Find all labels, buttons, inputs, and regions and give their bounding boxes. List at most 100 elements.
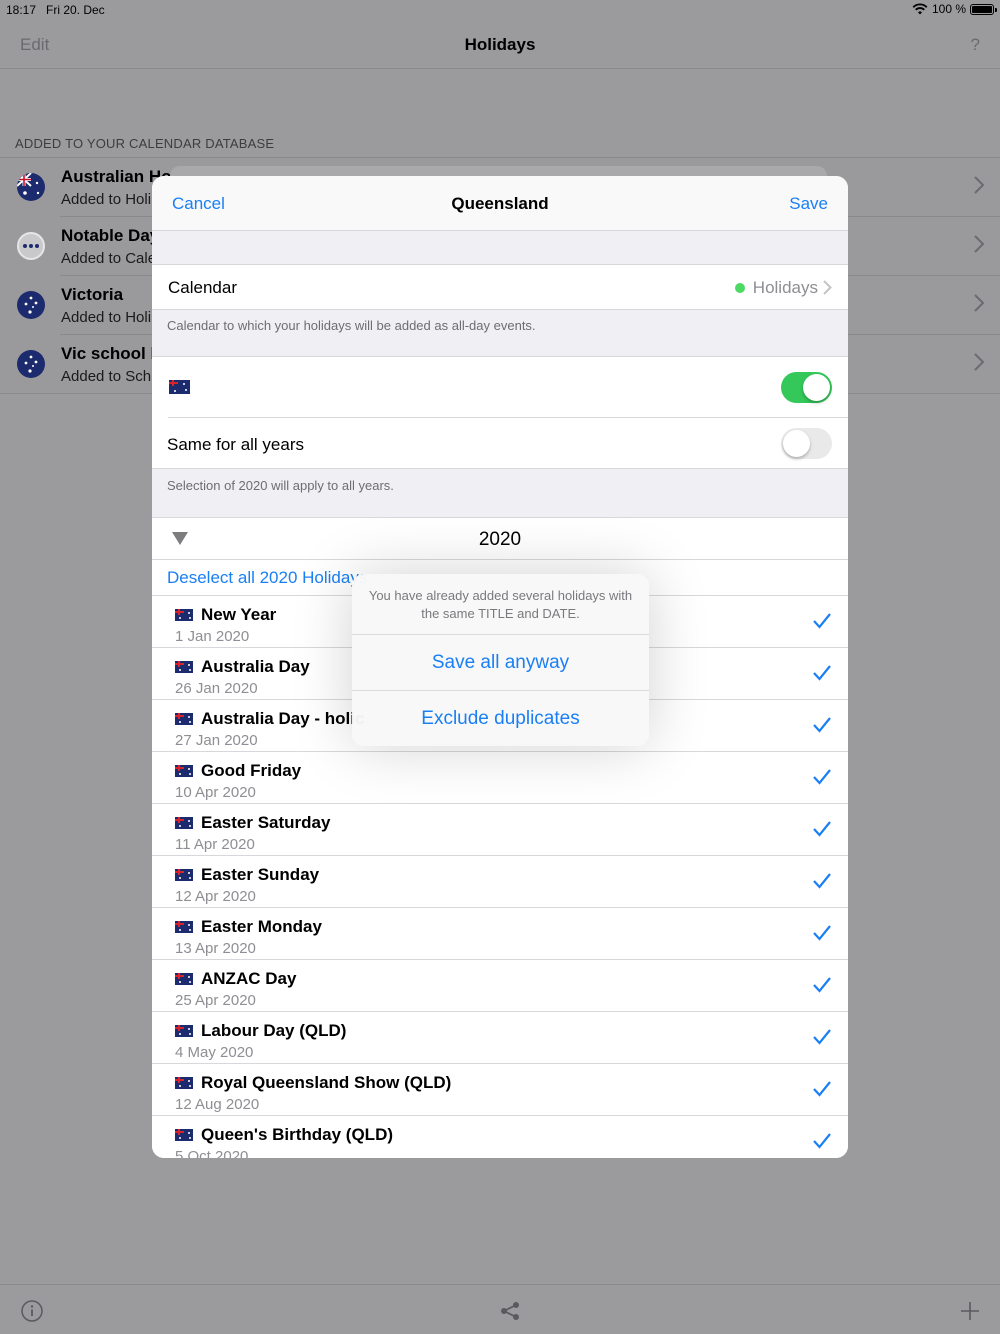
flag-toggle-cell xyxy=(152,356,848,418)
australia-flag-icon xyxy=(175,1129,193,1141)
calendar-cell[interactable]: Calendar Holidays xyxy=(152,264,848,310)
checkmark-icon xyxy=(813,977,831,993)
australia-flag-icon xyxy=(175,869,193,881)
checkmark-icon xyxy=(813,1029,831,1045)
holiday-date: 5 Oct 2020 xyxy=(175,1148,249,1158)
holiday-date: 12 Apr 2020 xyxy=(175,888,256,905)
duplicates-alert: You have already added several holidays … xyxy=(352,574,649,746)
status-time: 18:17 xyxy=(6,3,37,17)
bottom-toolbar xyxy=(0,1284,1000,1334)
holiday-row[interactable]: Royal Queensland Show (QLD) 12 Aug 2020 xyxy=(152,1063,848,1115)
holiday-row[interactable]: Easter Monday 13 Apr 2020 xyxy=(152,907,848,959)
checkmark-icon xyxy=(813,1133,831,1149)
checkmark-icon xyxy=(813,821,831,837)
australia-flag-icon xyxy=(175,1077,193,1089)
status-right: 100 % xyxy=(912,2,997,16)
section-header: ADDED TO YOUR CALENDAR DATABASE xyxy=(15,136,275,151)
same-years-toggle[interactable] xyxy=(781,428,832,459)
holiday-name: Easter Sunday xyxy=(201,865,320,884)
holiday-date: 11 Apr 2020 xyxy=(175,836,255,853)
australia-flag-icon xyxy=(175,609,193,621)
holiday-name: Australia Day - holic xyxy=(201,709,365,728)
battery-icon xyxy=(970,3,997,15)
holiday-name: Labour Day (QLD) xyxy=(201,1021,347,1040)
holiday-name: Australia Day xyxy=(201,657,310,676)
list-item-subtitle: Added to Holi xyxy=(61,191,152,208)
chevron-right-icon xyxy=(823,280,832,295)
holiday-date: 12 Aug 2020 xyxy=(175,1096,260,1113)
checkmark-icon xyxy=(813,925,831,941)
calendar-value-text: Holidays xyxy=(752,278,818,297)
year-section-header[interactable]: 2020 xyxy=(152,517,848,560)
list-item-subtitle: Added to Sch xyxy=(61,368,152,385)
holiday-date: 1 Jan 2020 xyxy=(175,628,250,645)
checkmark-icon xyxy=(813,717,831,733)
holiday-name: Easter Saturday xyxy=(201,813,331,832)
victoria-flag-icon xyxy=(17,350,45,378)
calendar-note: Calendar to which your holidays will be … xyxy=(167,318,536,333)
australia-flag-icon xyxy=(169,380,190,394)
chevron-right-icon xyxy=(974,294,984,312)
holiday-date: 25 Apr 2020 xyxy=(175,992,256,1009)
holiday-name: ANZAC Day xyxy=(201,969,297,988)
exclude-duplicates-button[interactable]: Exclude duplicates xyxy=(352,691,649,746)
holiday-name: Good Friday xyxy=(201,761,302,780)
help-button[interactable]: ? xyxy=(971,35,980,55)
holiday-row[interactable]: Queen's Birthday (QLD) 5 Oct 2020 xyxy=(152,1115,848,1158)
list-item-title: Vic school h xyxy=(61,344,161,363)
same-years-note: Selection of 2020 will apply to all year… xyxy=(167,478,394,493)
holiday-name: Easter Monday xyxy=(201,917,322,936)
calendar-color-dot xyxy=(734,283,745,293)
holiday-date: 10 Apr 2020 xyxy=(175,784,256,801)
more-dots-icon xyxy=(17,232,45,260)
holiday-row[interactable]: Easter Sunday 12 Apr 2020 xyxy=(152,855,848,907)
status-date: Fri 20. Dec xyxy=(46,3,105,17)
australia-flag-icon xyxy=(175,661,193,673)
holiday-name: Royal Queensland Show (QLD) xyxy=(201,1073,452,1092)
holiday-row[interactable]: ANZAC Day 25 Apr 2020 xyxy=(152,959,848,1011)
list-item-title: Notable Day xyxy=(61,226,160,245)
australia-flag-icon xyxy=(175,973,193,985)
chevron-right-icon xyxy=(974,353,984,371)
battery-percent: 100 % xyxy=(931,2,966,16)
same-years-label: Same for all years xyxy=(167,435,304,454)
deselect-all-button[interactable]: Deselect all 2020 Holidays xyxy=(167,568,367,588)
holiday-row[interactable]: Good Friday 10 Apr 2020 xyxy=(152,751,848,803)
page-title: Holidays xyxy=(464,35,536,54)
holiday-date: 27 Jan 2020 xyxy=(175,732,258,749)
sheet-title: Queensland xyxy=(451,194,549,213)
australia-flag-icon xyxy=(175,817,193,829)
holiday-row[interactable]: Easter Saturday 11 Apr 2020 xyxy=(152,803,848,855)
checkmark-icon xyxy=(813,1081,831,1097)
checkmark-icon xyxy=(813,769,831,785)
list-item-title: Victoria xyxy=(61,285,124,304)
chevron-right-icon xyxy=(974,176,984,194)
save-all-anyway-button[interactable]: Save all anyway xyxy=(352,635,649,690)
share-icon[interactable] xyxy=(498,1299,522,1323)
holiday-row[interactable]: Labour Day (QLD) 4 May 2020 xyxy=(152,1011,848,1063)
info-icon[interactable] xyxy=(20,1299,44,1323)
list-item-subtitle: Added to Holi xyxy=(61,309,152,326)
list-item-subtitle: Added to Cale xyxy=(61,250,157,267)
chevron-right-icon xyxy=(974,235,984,253)
holiday-name: Queen's Birthday (QLD) xyxy=(201,1125,394,1144)
save-button[interactable]: Save xyxy=(789,194,828,214)
alert-message: You have already added several holidays … xyxy=(368,588,633,621)
australia-flag-icon xyxy=(175,1025,193,1037)
status-bar: 18:17 Fri 20. Dec 100 % xyxy=(0,0,1000,22)
checkmark-icon xyxy=(813,613,831,629)
australia-flag-icon xyxy=(175,921,193,933)
australia-flag-icon xyxy=(175,713,193,725)
calendar-value: Holidays xyxy=(734,278,818,298)
holiday-date: 4 May 2020 xyxy=(175,1044,254,1061)
year-label: 2020 xyxy=(478,529,522,550)
nav-bar: Edit Holidays ? xyxy=(0,22,1000,69)
same-years-cell: Same for all years xyxy=(152,418,848,469)
region-toggle[interactable] xyxy=(781,372,832,403)
holiday-date: 13 Apr 2020 xyxy=(175,940,256,957)
add-icon[interactable] xyxy=(958,1299,982,1323)
checkmark-icon xyxy=(813,873,831,889)
holiday-name: New Year xyxy=(201,605,277,624)
holiday-date: 26 Jan 2020 xyxy=(175,680,258,697)
checkmark-icon xyxy=(813,665,831,681)
